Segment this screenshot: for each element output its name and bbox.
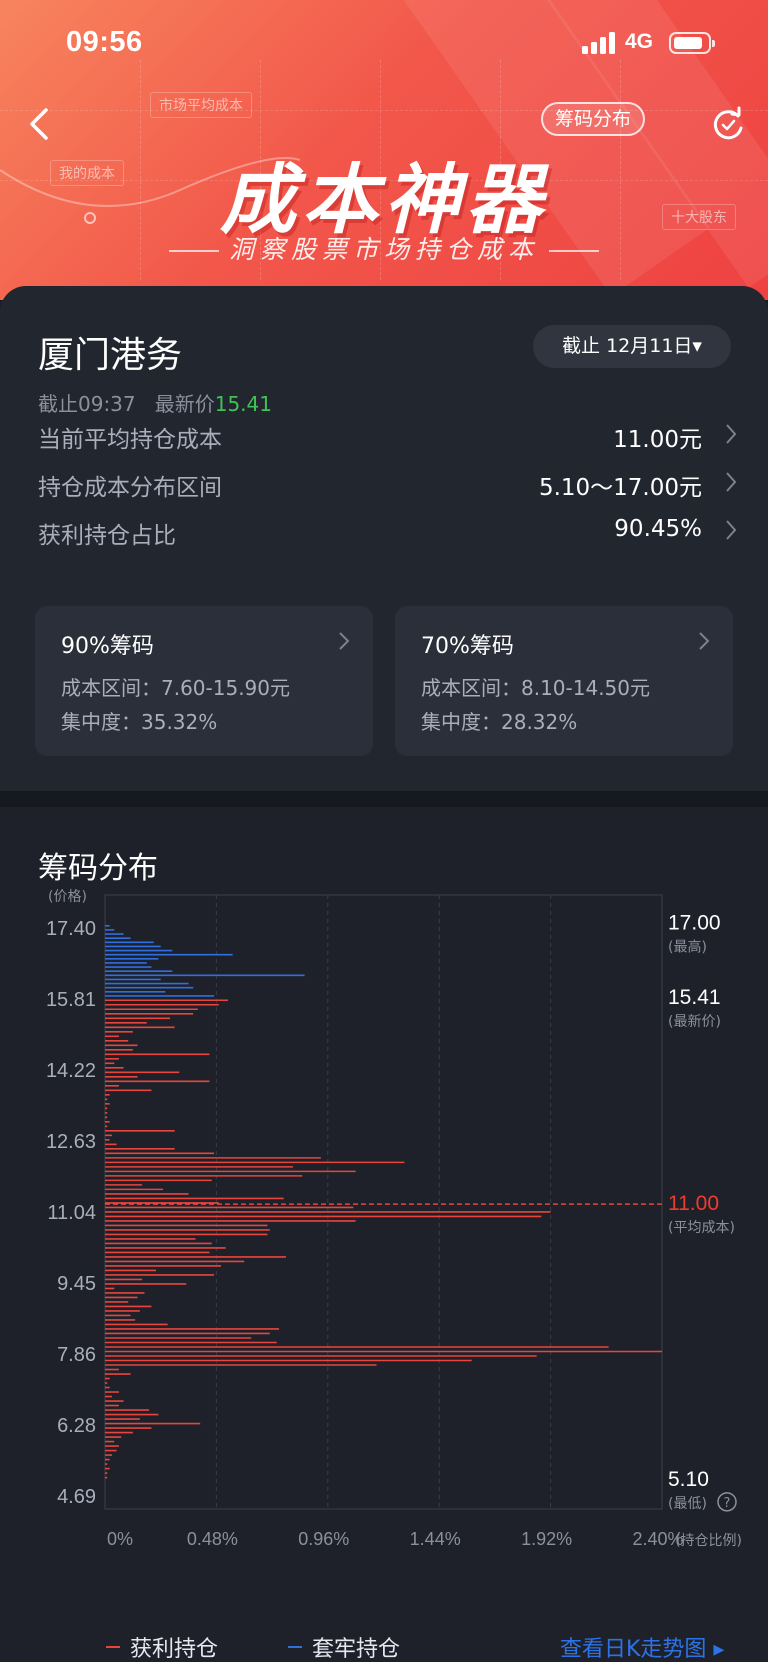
signal-icon: [582, 32, 616, 54]
profit-ratio-row[interactable]: 获利持仓占比 90.45%: [38, 510, 738, 550]
row-value: 90.45%: [614, 516, 702, 542]
decor-line: [549, 250, 599, 252]
decor-label: 市场平均成本: [150, 92, 252, 118]
y-tick-label: 4.69: [57, 1486, 96, 1508]
hero-subtitle: 洞察股票市场持仓成本: [228, 235, 539, 264]
legend-profit: 获利持仓: [130, 1637, 219, 1662]
row-label: 获利持仓占比: [38, 523, 176, 549]
chip-90-box[interactable]: 90%筹码 成本区间：7.60-15.90元 集中度：35.32%: [35, 606, 373, 756]
y-axis-label: (价格): [48, 889, 87, 905]
x-axis-label: (持仓比例): [675, 1533, 742, 1549]
hero-banner: 市场平均成本 我的成本 十大股东 09:56 4G 筹码分布 成本神器 洞察股票…: [0, 0, 768, 300]
box-degree: 集中度：28.32%: [421, 710, 578, 734]
box-title: 90%筹码: [61, 634, 154, 659]
price-marker: 5.10: [668, 1468, 709, 1491]
box-range: 成本区间：8.10-14.50元: [421, 676, 651, 700]
box-title: 70%筹码: [421, 634, 514, 659]
y-tick-label: 17.40: [46, 918, 96, 940]
box-range: 成本区间：7.60-15.90元: [61, 676, 291, 700]
x-tick-label: 0.96%: [298, 1529, 349, 1549]
row-value: 11.00元: [613, 427, 702, 453]
y-tick-label: 15.81: [46, 989, 96, 1011]
y-tick-label: 9.45: [57, 1273, 96, 1295]
y-tick-label: 12.63: [46, 1131, 96, 1153]
row-label: 持仓成本分布区间: [38, 475, 222, 501]
chip-distribution-chart: 0% 0.48% 0.96% 1.44% 1.92% 2.40%(持仓比例)(价格)17.…: [46, 889, 742, 1549]
battery-icon: [669, 32, 715, 54]
price-marker-note: (最低): [668, 1496, 707, 1512]
x-tick-label: 0.48%: [187, 1529, 238, 1549]
chevron-right-icon: [726, 472, 737, 492]
price-marker-note: (最新价): [668, 1014, 721, 1030]
x-tick-label: 1.44%: [410, 1529, 461, 1549]
y-tick-label: 14.22: [46, 1060, 96, 1082]
stock-subinfo: 截止09:37 最新价15.41: [38, 388, 272, 417]
chevron-right-icon: [339, 632, 350, 650]
row-label: 当前平均持仓成本: [38, 427, 222, 453]
x-tick-label: 0%: [107, 1529, 133, 1549]
legend-trapped: 套牢持仓: [312, 1637, 401, 1662]
chevron-right-icon: [699, 632, 710, 650]
box-degree: 集中度：35.32%: [61, 710, 218, 734]
date-selector[interactable]: 截止 12月11日▾: [533, 325, 731, 368]
stock-name: 厦门港务: [38, 335, 183, 376]
daily-k-link[interactable]: 查看日K走势图 ▸: [560, 1631, 724, 1662]
cutoff-time: 截止09:37: [38, 392, 136, 416]
chart-legend: 获利持仓 套牢持仓: [106, 1631, 400, 1662]
price-marker: 17.00: [668, 912, 721, 935]
status-bar: 09:56 4G: [0, 0, 768, 88]
status-time: 09:56: [66, 26, 143, 58]
row-value: 5.10～17.00元: [538, 475, 702, 501]
price-marker: 15.41: [668, 986, 721, 1009]
chevron-right-icon: [726, 520, 737, 540]
help-icon-glyph: ?: [724, 1496, 731, 1511]
chip-distribution-tag: 筹码分布: [541, 102, 646, 136]
legend-swatch-profit: [106, 1646, 120, 1648]
chevron-right-icon: [726, 424, 737, 444]
y-tick-label: 11.04: [47, 1202, 96, 1224]
section-divider: [0, 791, 768, 807]
chip-70-box[interactable]: 70%筹码 成本区间：8.10-14.50元 集中度：28.32%: [395, 606, 733, 756]
stock-info-card: 厦门港务 截止 12月11日▾ 截止09:37 最新价15.41 当前平均持仓成…: [0, 286, 768, 791]
x-tick-label: 1.92%: [521, 1529, 572, 1549]
y-tick-label: 6.28: [57, 1415, 96, 1437]
latest-price-label: 最新价: [154, 392, 215, 416]
legend-swatch-trapped: [288, 1646, 303, 1648]
network-label: 4G: [625, 30, 654, 53]
price-marker-note: (平均成本): [668, 1220, 735, 1236]
decor-line: [168, 250, 219, 252]
avg-cost-row[interactable]: 当前平均持仓成本 11.00元: [38, 414, 738, 454]
cost-range-row[interactable]: 持仓成本分布区间 5.10～17.00元: [38, 462, 738, 502]
hero-subtitle-wrap: 洞察股票市场持仓成本: [0, 230, 768, 266]
latest-price: 15.41: [214, 392, 272, 416]
y-tick-label: 7.86: [57, 1344, 96, 1366]
price-marker: 11.00: [668, 1192, 719, 1215]
price-marker-note: (最高): [668, 939, 707, 956]
chip-distribution-section: 筹码分布 0% 0.48% 0.96% 1.44% 1.92% 2.40% (持仓比例) (价…: [0, 807, 768, 1662]
hero-grid: [0, 110, 768, 111]
